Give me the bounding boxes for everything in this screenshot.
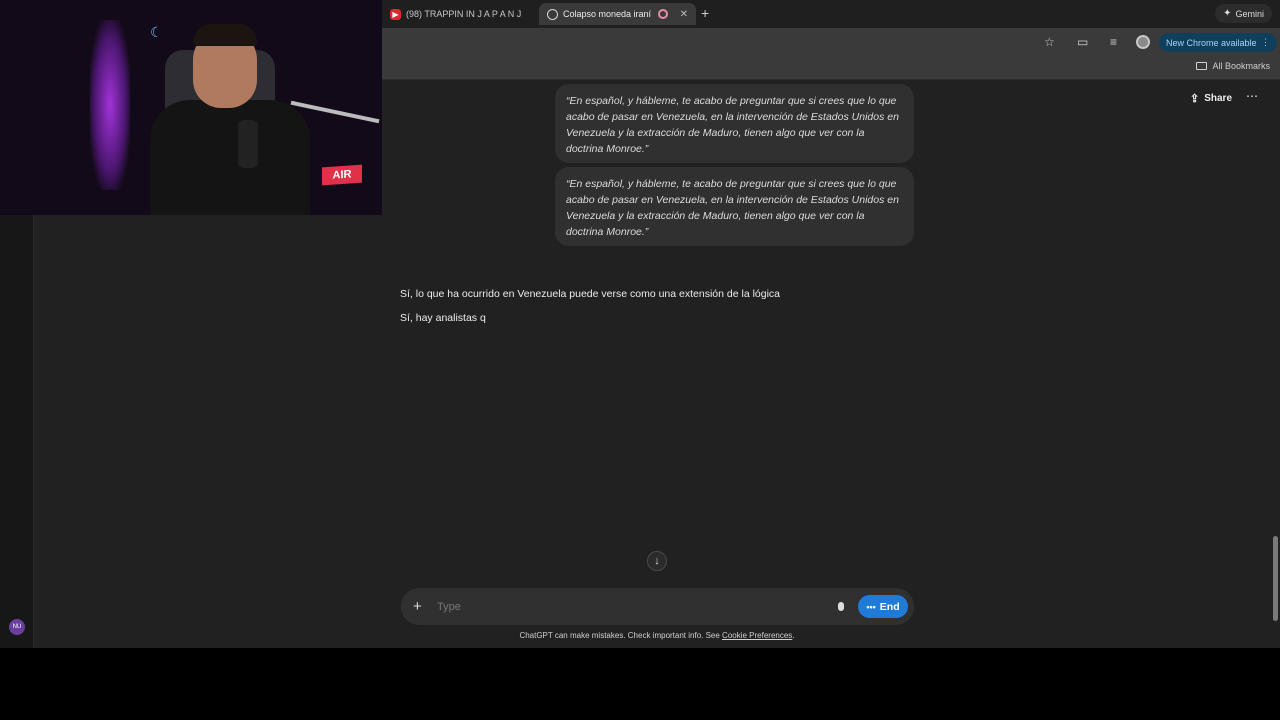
- message-input[interactable]: [437, 600, 834, 613]
- voice-dots-icon: •••: [866, 601, 876, 612]
- kebab-menu-icon: ⋮: [1261, 37, 1270, 47]
- share-label: Share: [1204, 93, 1233, 104]
- scroll-down-button[interactable]: ↓: [647, 551, 667, 571]
- cookie-preferences-link[interactable]: Cookie Preferences: [722, 631, 792, 640]
- disclaimer-end: .: [792, 631, 795, 640]
- new-tab-button[interactable]: +: [701, 5, 709, 21]
- neon-light: [90, 20, 130, 190]
- arrow-down-icon: ↓: [654, 555, 660, 567]
- tab-youtube[interactable]: ▶ (98) TRAPPIN IN J A P A N J: [382, 3, 536, 25]
- profile-avatar[interactable]: [1136, 35, 1150, 49]
- recording-icon: [657, 9, 668, 19]
- end-label: End: [879, 600, 900, 613]
- person-body: [150, 100, 310, 215]
- gemini-button[interactable]: ✦ Gemini: [1215, 4, 1272, 23]
- youtube-icon: ▶: [390, 8, 401, 20]
- webcam-overlay: ☾ AIR: [0, 0, 382, 215]
- user-message: “En español, y hábleme, te acabo de preg…: [555, 167, 914, 246]
- page-scrollbar[interactable]: [1273, 536, 1278, 621]
- bookmark-star-icon[interactable]: ☆: [1044, 35, 1055, 49]
- share-icon: ⇪: [1190, 93, 1200, 105]
- gemini-label: Gemini: [1235, 8, 1264, 19]
- user-message: “En español, y hábleme, te acabo de preg…: [555, 84, 914, 163]
- close-tab-icon[interactable]: ✕: [680, 9, 688, 20]
- sparkle-icon: ✦: [1223, 8, 1232, 19]
- folder-icon: [1196, 62, 1208, 70]
- disclaimer: ChatGPT can make mistakes. Check importa…: [0, 631, 1280, 640]
- studio-microphone: [238, 120, 258, 168]
- cast-icon[interactable]: ▭: [1077, 35, 1088, 49]
- tab-title: (98) TRAPPIN IN J A P A N J: [406, 9, 522, 19]
- end-voice-button[interactable]: ••• End: [858, 595, 908, 618]
- all-bookmarks-label: All Bookmarks: [1212, 61, 1270, 71]
- disclaimer-text: ChatGPT can make mistakes. Check importa…: [519, 631, 723, 640]
- share-button[interactable]: ⇪ Share: [1190, 92, 1232, 105]
- on-air-sign: AIR: [322, 164, 362, 186]
- person-hair: [193, 24, 257, 46]
- reading-list-icon[interactable]: ≡: [1110, 35, 1117, 49]
- add-attachment-icon[interactable]: +: [413, 598, 427, 615]
- update-label: New Chrome available: [1166, 37, 1257, 48]
- all-bookmarks[interactable]: All Bookmarks: [1196, 61, 1270, 71]
- neon-sign-icon: ☾: [150, 24, 163, 40]
- assistant-message-line: Sí, lo que ha ocurrido en Venezuela pued…: [400, 288, 781, 300]
- update-chrome-button[interactable]: New Chrome available ⋮: [1159, 33, 1277, 52]
- microphone-icon[interactable]: [834, 600, 848, 614]
- more-options-icon[interactable]: ⋯: [1246, 89, 1258, 103]
- tab-chatgpt[interactable]: Colapso moneda iraní ✕: [539, 3, 696, 25]
- assistant-message-line: Sí, hay analistas q: [400, 312, 486, 324]
- tab-title: Colapso moneda iraní: [563, 9, 652, 19]
- screen: ▶ (98) TRAPPIN IN J A P A N J Colapso mo…: [0, 0, 1280, 648]
- chatgpt-icon: [547, 8, 558, 20]
- message-composer: + ••• End: [401, 588, 914, 625]
